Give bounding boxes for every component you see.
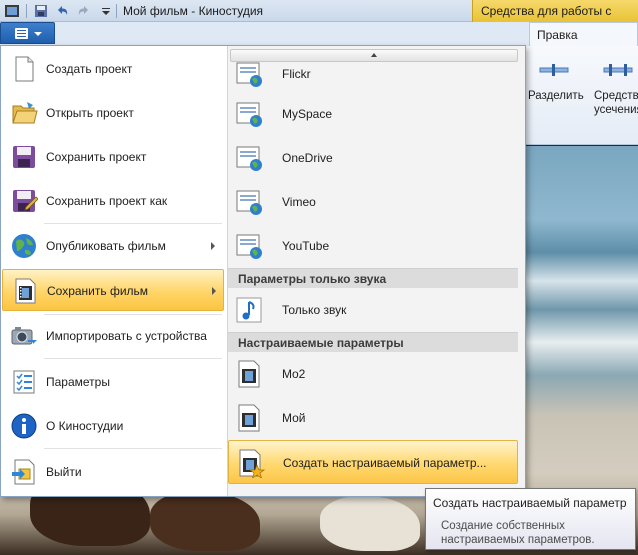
options-list-icon: [13, 370, 35, 394]
web-upload-icon: [236, 62, 262, 87]
submenu-item-label: Только звук: [282, 303, 347, 317]
menu-item-label: Открыть проект: [46, 106, 134, 120]
web-upload-icon: [236, 234, 262, 259]
menu-item-label: Сохранить фильм: [47, 284, 149, 298]
submenu-item-label: Создать настраиваемый параметр...: [283, 456, 487, 470]
undo-icon[interactable]: [54, 3, 70, 19]
customize-qat-icon[interactable]: [98, 3, 114, 19]
menu-item-save-movie[interactable]: Сохранить фильм: [2, 269, 224, 311]
menu-item-save-project[interactable]: Сохранить проект: [2, 137, 224, 177]
menu-item-label: Импортировать с устройства: [46, 329, 207, 343]
exit-icon: [12, 459, 35, 485]
menu-separator: [44, 448, 222, 449]
tooltip-body: Создание собственных настраиваемых парам…: [441, 520, 595, 546]
save-icon[interactable]: [33, 3, 49, 19]
trim-tool-icon: [603, 64, 633, 76]
web-upload-icon: [236, 102, 262, 127]
globe-icon: [12, 234, 36, 258]
redo-icon[interactable]: [76, 3, 92, 19]
submenu-item-audio-only[interactable]: Только звук: [228, 288, 518, 332]
split-button[interactable]: Разделить: [528, 89, 584, 103]
video-settings-icon: [238, 360, 260, 388]
section-header-audio: Параметры только звука: [228, 268, 518, 288]
menu-item-label: Выйти: [46, 465, 82, 479]
submenu-item-custom-mo2[interactable]: Mo2: [228, 352, 518, 396]
menu-item-label: Параметры: [46, 375, 110, 389]
submenu-item-label: Vimeo: [282, 195, 316, 209]
menu-item-publish-movie[interactable]: Опубликовать фильм: [2, 226, 224, 266]
save-disk-icon: [13, 146, 35, 168]
video-settings-icon: [238, 404, 260, 432]
menu-item-new-project[interactable]: Создать проект: [2, 49, 224, 89]
menu-item-label: Сохранить проект: [46, 150, 147, 164]
info-icon: [11, 413, 37, 439]
menu-separator: [44, 358, 222, 359]
menu-item-label: О Киностудии: [46, 419, 124, 433]
submenu-item-label: Мой: [282, 411, 306, 425]
app-menu-icon: [15, 28, 28, 39]
menu-item-save-project-as[interactable]: Сохранить проект как: [2, 181, 224, 221]
submenu-item-label: MySpace: [282, 107, 333, 121]
video-content: [150, 491, 260, 551]
menu-item-about[interactable]: О Киностудии: [2, 406, 224, 446]
menu-item-import-from-device[interactable]: Импортировать с устройства: [2, 316, 224, 356]
app-icon: [5, 5, 19, 17]
menu-item-open-project[interactable]: Открыть проект: [2, 93, 224, 133]
submenu-arrow-icon: [211, 242, 215, 250]
web-upload-icon: [236, 146, 262, 171]
trim-tool-label-line2[interactable]: усечения: [594, 103, 638, 117]
submenu-item-label: Flickr: [282, 67, 311, 81]
menu-item-options[interactable]: Параметры: [2, 362, 224, 402]
submenu-item-label: YouTube: [282, 239, 330, 253]
menu-separator: [44, 314, 222, 315]
tooltip-title: Создать настраиваемый параметр: [433, 496, 627, 510]
audio-note-icon: [236, 297, 262, 323]
chevron-down-icon: [34, 32, 42, 36]
section-header-custom: Настраиваемые параметры: [228, 332, 518, 352]
submenu-item-custom-moy[interactable]: Мой: [228, 396, 518, 440]
web-upload-icon: [236, 190, 262, 215]
new-project-icon: [15, 56, 34, 82]
save-as-icon: [13, 190, 38, 212]
create-custom-setting-icon: [239, 449, 265, 478]
menu-item-exit[interactable]: Выйти: [2, 452, 224, 492]
open-folder-icon: [12, 102, 38, 124]
qat-separator: [116, 4, 117, 18]
tab-edit-label: Правка: [537, 28, 578, 42]
camera-icon: [11, 327, 37, 345]
menu-item-label: Создать проект: [46, 62, 133, 76]
submenu-item-youtube[interactable]: YouTube: [228, 224, 518, 268]
split-icon: [539, 64, 569, 76]
submenu-item-myspace[interactable]: MySpace: [228, 92, 518, 136]
qat-separator: [26, 4, 27, 18]
submenu-item-flickr[interactable]: Flickr: [228, 52, 518, 96]
film-icon: [15, 278, 36, 304]
submenu-item-label: Mo2: [282, 367, 306, 381]
section-header-label: Настраиваемые параметры: [238, 336, 404, 350]
submenu-arrow-icon: [212, 287, 216, 295]
video-content: [320, 496, 420, 551]
submenu-item-label: OneDrive: [282, 151, 333, 165]
section-header-label: Параметры только звука: [238, 272, 387, 286]
submenu-item-vimeo[interactable]: Vimeo: [228, 180, 518, 224]
tooltip: Создать настраиваемый параметр Создание …: [425, 488, 636, 550]
menu-item-label: Опубликовать фильм: [46, 239, 166, 253]
window-title: Мой фильм - Киностудия: [123, 4, 264, 18]
file-menu-button[interactable]: [0, 22, 55, 44]
menu-item-label: Сохранить проект как: [46, 194, 168, 208]
trim-tool-label-line1[interactable]: Средство: [594, 89, 638, 103]
menu-separator: [44, 223, 222, 224]
submenu-item-create-custom[interactable]: Создать настраиваемый параметр...: [228, 440, 518, 484]
submenu-item-onedrive[interactable]: OneDrive: [228, 136, 518, 180]
